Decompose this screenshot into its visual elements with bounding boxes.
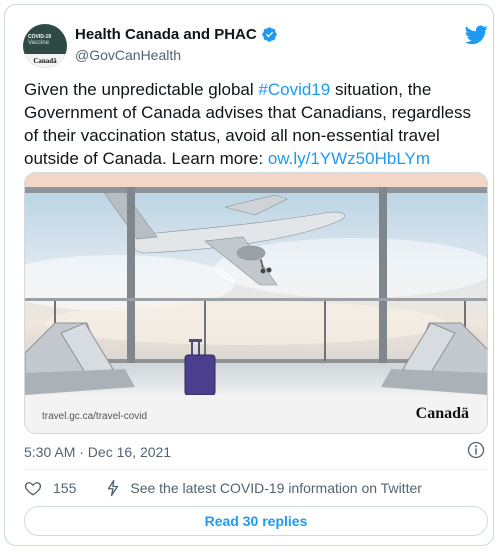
tweet-text: Given the unpredictable global #Covid19 … — [24, 78, 488, 170]
like-count: 155 — [53, 480, 77, 496]
hashtag-link[interactable]: #Covid19 — [258, 80, 330, 99]
avatar[interactable]: COVID-19 Vaccine Canadä — [23, 24, 67, 68]
read-replies-button[interactable]: Read 30 replies — [24, 506, 488, 536]
tweet-media-image[interactable]: travel.gc.ca/travel-covid Canadä — [24, 172, 488, 434]
airport-scene-illustration — [25, 173, 487, 395]
learn-more-link[interactable]: ow.ly/1YWz50HbLYm — [268, 149, 430, 168]
tweet-card: COVID-19 Vaccine Canadä Health Canada an… — [4, 4, 494, 546]
divider — [24, 469, 488, 470]
tweet-text-part1: Given the unpredictable global — [24, 80, 259, 99]
like-action[interactable]: 155 — [24, 479, 76, 497]
twitter-bird-icon[interactable] — [465, 25, 488, 45]
lightning-icon — [108, 479, 119, 497]
covid-info-link[interactable]: See the latest COVID-19 information on T… — [130, 480, 422, 496]
heart-icon[interactable] — [24, 479, 42, 497]
author-handle[interactable]: @GovCanHealth — [75, 47, 181, 63]
author-display-name[interactable]: Health Canada and PHAC — [75, 26, 257, 43]
avatar-line2: Vaccine — [28, 40, 49, 46]
tweet-timestamp[interactable]: 5:30 AM · Dec 16, 2021 — [24, 444, 171, 460]
info-icon[interactable] — [467, 441, 485, 459]
verified-badge-icon — [261, 27, 277, 42]
media-brand-wordmark: Canadä — [415, 405, 469, 422]
author-name-row[interactable]: Health Canada and PHAC — [75, 26, 278, 43]
tweet-actions: 155 See the latest COVID-19 information … — [24, 479, 422, 497]
avatar-brand: Canadä — [23, 54, 67, 68]
media-url-text: travel.gc.ca/travel-covid — [42, 411, 148, 422]
media-footer: travel.gc.ca/travel-covid Canadä — [25, 395, 487, 433]
